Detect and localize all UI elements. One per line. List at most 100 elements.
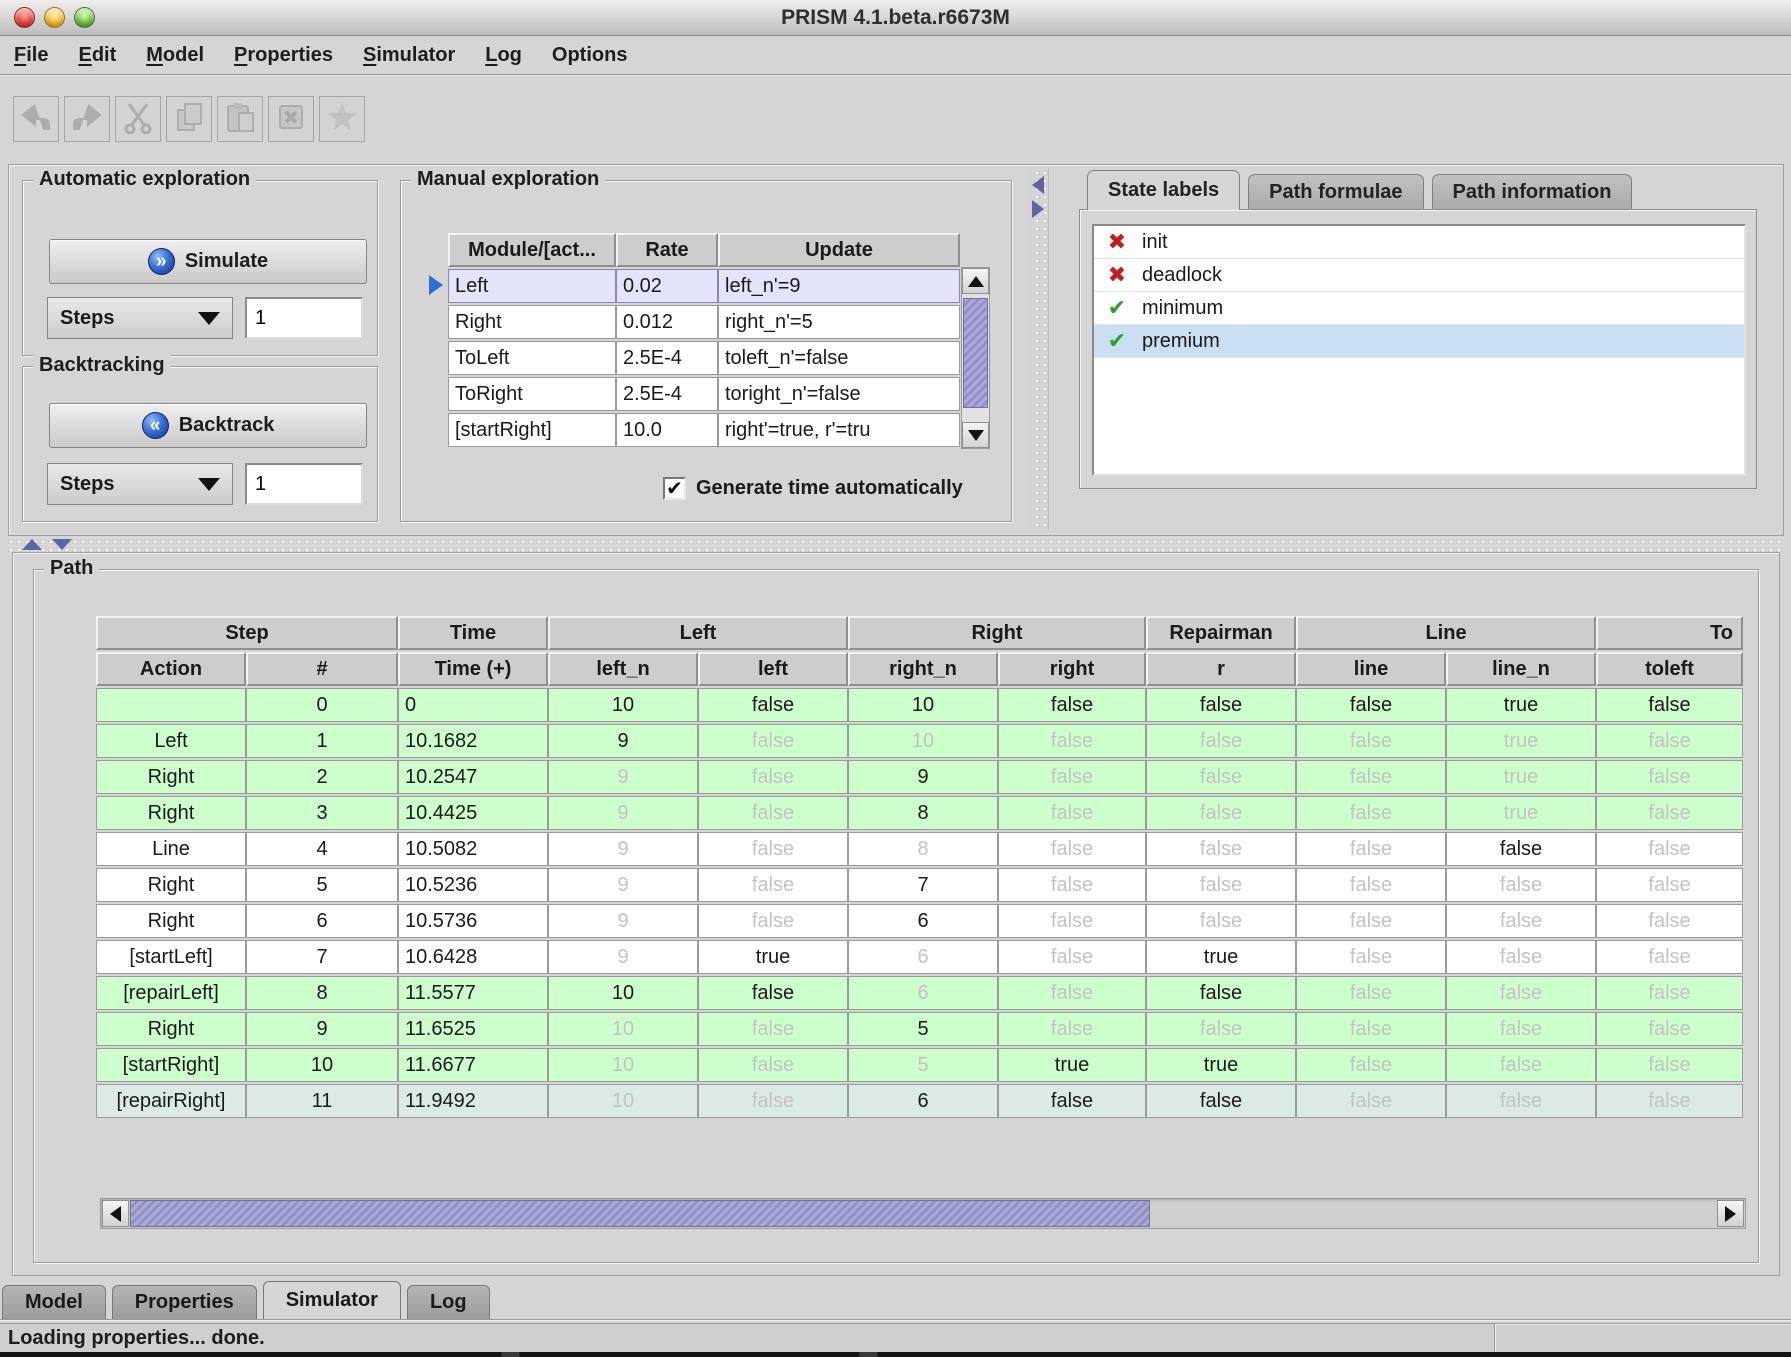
manual-table-row[interactable]: [startRight]10.0right'=true, r'=tru (448, 413, 960, 447)
green-check-icon: ✔ (1104, 328, 1130, 354)
path-cell: 8 (246, 976, 398, 1010)
path-cell: [repairRight] (96, 1084, 246, 1118)
path-row-0[interactable]: 0010false10falsefalsefalsetruefalse (96, 688, 1743, 722)
manual-table-row[interactable]: ToLeft2.5E-4toleft_n'=false (448, 341, 960, 375)
simulate-steps-label: Steps (60, 307, 114, 330)
path-cell: 10 (548, 1048, 698, 1082)
path-cell: true (1446, 796, 1596, 830)
path-cell: 11.6677 (398, 1048, 548, 1082)
path-cell: 9 (548, 796, 698, 830)
horizontal-scrollbar-thumb[interactable] (130, 1200, 1150, 1227)
delete-button[interactable] (268, 96, 314, 142)
minimize-button[interactable] (44, 7, 65, 28)
backtrack-button[interactable]: « Backtrack (49, 403, 367, 448)
manual-table-header-row: Module/[act...RateUpdate (448, 233, 960, 267)
path-row-5[interactable]: Right510.52369false7falsefalsefalsefalse… (96, 868, 1743, 902)
title-bar: PRISM 4.1.beta.r6673M (0, 0, 1791, 36)
state-label-minimum[interactable]: ✔minimum (1094, 292, 1744, 325)
path-cell: false (1296, 868, 1446, 902)
generate-time-checkbox[interactable]: ✔ (663, 477, 686, 500)
path-cell: false (1596, 1012, 1743, 1046)
scroll-left-button[interactable] (102, 1200, 129, 1227)
path-cell: Right (96, 760, 246, 794)
status-progress-area (1495, 1324, 1791, 1352)
tab-state-labels[interactable]: State labels (1087, 170, 1240, 210)
window-title: PRISM 4.1.beta.r6673M (0, 6, 1791, 30)
path-row-7[interactable]: [startLeft]710.64289true6falsetruefalsef… (96, 940, 1743, 974)
scroll-down-button[interactable] (962, 422, 989, 448)
label-tabs: State labelsPath formulaePath informatio… (1087, 170, 1632, 210)
star-button[interactable] (319, 96, 365, 142)
simulate-steps-select[interactable]: Steps (47, 297, 233, 339)
state-label-premium[interactable]: ✔premium (1094, 325, 1744, 358)
path-row-11[interactable]: [repairRight]1111.949210false6falsefalse… (96, 1084, 1743, 1118)
path-cell: false (698, 688, 848, 722)
collapse-left-icon[interactable] (1032, 176, 1044, 194)
path-cell: 9 (548, 760, 698, 794)
manual-table-row[interactable]: Right0.012right_n'=5 (448, 305, 960, 339)
cut-button[interactable] (115, 96, 161, 142)
scroll-right-button[interactable] (1717, 1200, 1744, 1227)
scroll-up-button[interactable] (962, 268, 989, 294)
menu-edit[interactable]: Edit (78, 44, 116, 67)
menu-options[interactable]: Options (552, 44, 628, 67)
manual-table-row[interactable]: Left0.02left_n'=9 (448, 269, 960, 303)
path-row-1[interactable]: Left110.16829false10falsefalsefalsetruef… (96, 724, 1743, 758)
back-button[interactable] (13, 96, 59, 142)
path-cell: Right (96, 868, 246, 902)
backtrack-steps-input[interactable] (245, 463, 363, 505)
state-label-deadlock[interactable]: ✖deadlock (1094, 259, 1744, 292)
simulate-button[interactable]: » Simulate (49, 239, 367, 284)
path-row-4[interactable]: Line410.50829false8falsefalsefalsefalsef… (96, 832, 1743, 866)
path-row-6[interactable]: Right610.57369false6falsefalsefalsefalse… (96, 904, 1743, 938)
path-row-2[interactable]: Right210.25479false9falsefalsefalsetruef… (96, 760, 1743, 794)
manual-table-row[interactable]: ToRight2.5E-4toright_n'=false (448, 377, 960, 411)
menu-file[interactable]: File (14, 44, 48, 67)
zoom-button[interactable] (74, 7, 95, 28)
manual-cell-rate: 2.5E-4 (616, 341, 718, 375)
menu-log[interactable]: Log (485, 44, 522, 67)
path-cell: false (998, 940, 1146, 974)
manual-cell-update: right'=true, r'=tru (718, 413, 960, 447)
path-column-header: right (998, 652, 1146, 686)
manual-scrollbar-thumb[interactable] (963, 298, 988, 408)
state-label-init[interactable]: ✖init (1094, 226, 1744, 259)
vertical-splitter[interactable] (1030, 170, 1047, 528)
path-cell: false (1596, 868, 1743, 902)
path-row-9[interactable]: Right911.652510false5falsefalsefalsefals… (96, 1012, 1743, 1046)
path-cell: true (698, 940, 848, 974)
collapse-right-icon[interactable] (1032, 200, 1044, 218)
simulate-steps-input[interactable] (245, 297, 363, 339)
path-cell: 1 (246, 724, 398, 758)
collapse-down-icon[interactable] (52, 539, 72, 550)
collapse-up-icon[interactable] (22, 539, 42, 550)
tab-path-formulae[interactable]: Path formulae (1248, 174, 1423, 210)
back-icon (19, 100, 53, 139)
tab-properties[interactable]: Properties (112, 1285, 257, 1319)
copy-button[interactable] (166, 96, 212, 142)
path-cell: false (698, 904, 848, 938)
path-cell: 10 (548, 688, 698, 722)
horizontal-splitter[interactable] (8, 537, 1784, 552)
check-icon: ✔ (666, 476, 683, 501)
path-row-10[interactable]: [startRight]1011.667710false5truetruefal… (96, 1048, 1743, 1082)
forward-button[interactable] (64, 96, 110, 142)
path-cell: false (1146, 832, 1296, 866)
path-row-3[interactable]: Right310.44259false8falsefalsefalsetruef… (96, 796, 1743, 830)
close-button[interactable] (14, 7, 35, 28)
tab-model[interactable]: Model (2, 1285, 106, 1319)
menu-model[interactable]: Model (146, 44, 204, 67)
menu-simulator[interactable]: Simulator (363, 44, 455, 67)
path-cell: false (1446, 976, 1596, 1010)
tab-log[interactable]: Log (407, 1285, 490, 1319)
paste-button[interactable] (217, 96, 263, 142)
path-cell: false (1446, 940, 1596, 974)
backtrack-steps-select[interactable]: Steps (47, 463, 233, 505)
path-cell: false (998, 796, 1146, 830)
menu-properties[interactable]: Properties (234, 44, 333, 67)
generate-time-option[interactable]: ✔ Generate time automatically (663, 477, 963, 500)
tab-simulator[interactable]: Simulator (263, 1281, 401, 1319)
path-row-8[interactable]: [repairLeft]811.557710false6falsefalsefa… (96, 976, 1743, 1010)
tab-path-information[interactable]: Path information (1432, 174, 1633, 210)
red-cross-icon: ✖ (1104, 229, 1130, 255)
